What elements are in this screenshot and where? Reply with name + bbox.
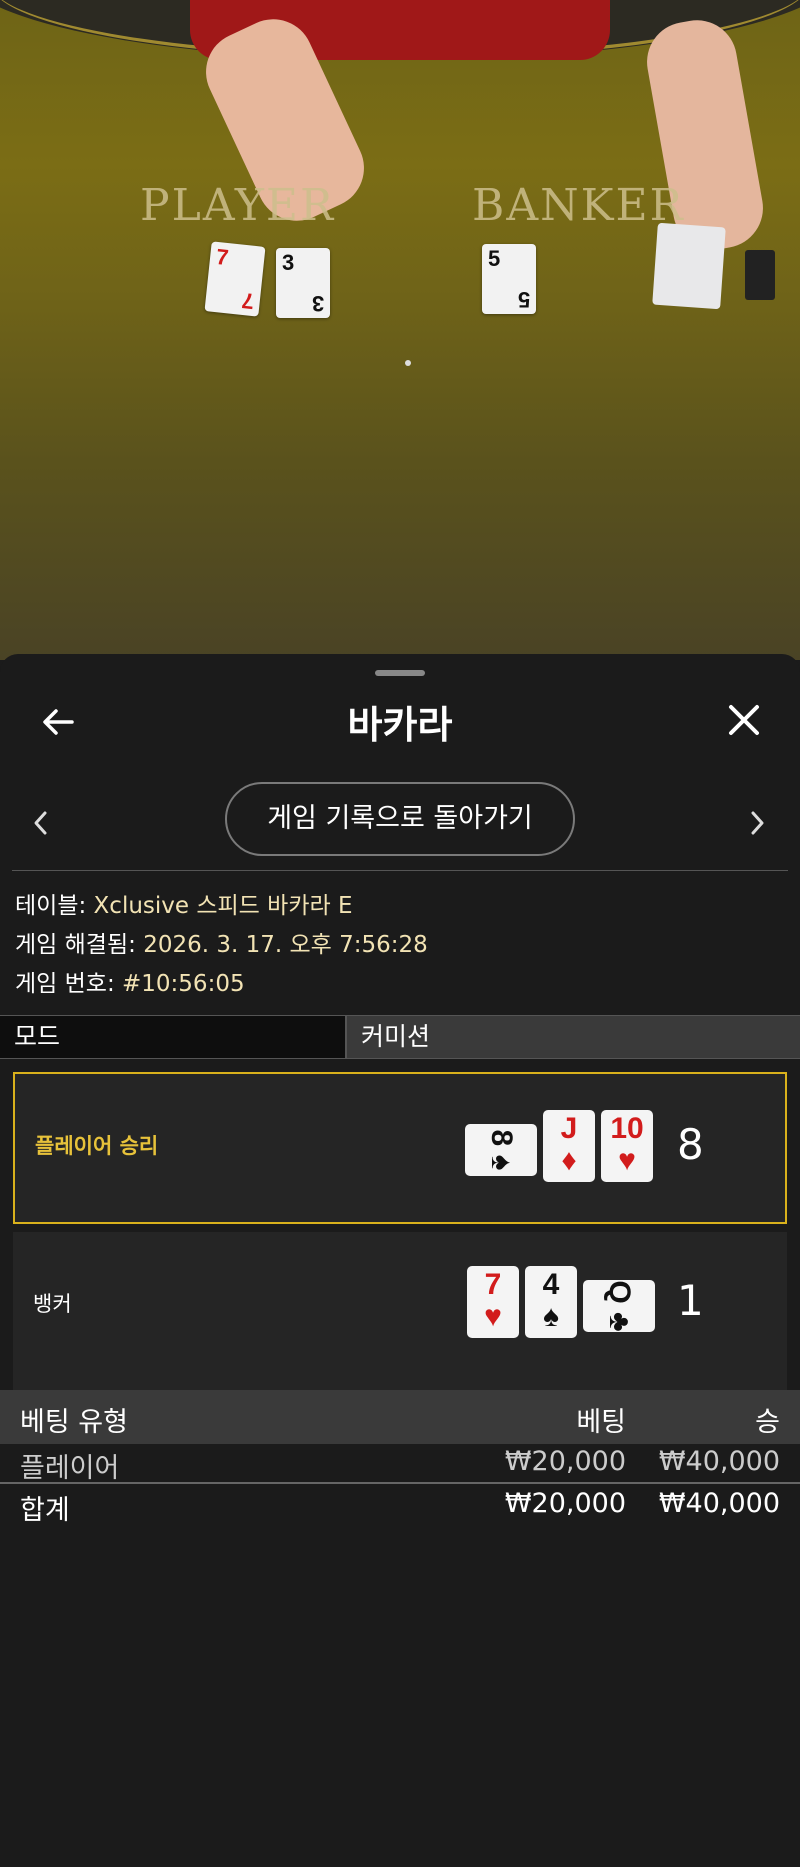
table-info-value: Xclusive 스피드 바카라 E bbox=[93, 893, 353, 919]
total-row: 합계 ₩20,000 ₩40,000 bbox=[0, 1484, 800, 1526]
row-bet-amount: ₩20,000 bbox=[504, 1446, 626, 1477]
video-banker-label: BANKER bbox=[472, 180, 685, 231]
close-icon[interactable] bbox=[724, 700, 764, 740]
game-number-value: #10:56:05 bbox=[122, 971, 245, 997]
tab-mode[interactable]: 모드 bbox=[0, 1016, 345, 1058]
total-bet-amount: ₩20,000 bbox=[504, 1488, 626, 1519]
mode-tabs: 모드 커미션 bbox=[0, 1015, 800, 1059]
player-result-label: 플레이어 승리 bbox=[35, 1134, 159, 1158]
game-detail-sheet: 바카라 게임 기록으로 돌아가기 테이블: Xclusive 스피드 바카라 E… bbox=[0, 654, 800, 1867]
banker-card-2: 4 ♠ bbox=[525, 1266, 577, 1338]
banker-result-row: 뱅커 7 ♥ 4 ♠ Q ♣ 1 bbox=[13, 1232, 787, 1390]
banker-score: 1 bbox=[677, 1276, 704, 1325]
table-marker bbox=[405, 360, 411, 366]
total-win-amount: ₩40,000 bbox=[658, 1488, 780, 1519]
video-player-card-2: 3 3 bbox=[276, 248, 330, 318]
game-number-info: 게임 번호: #10:56:05 bbox=[15, 964, 245, 998]
banker-result-label: 뱅커 bbox=[33, 1292, 72, 1316]
resolved-info: 게임 해결됨: 2026. 3. 17. 오후 7:56:28 bbox=[15, 925, 428, 959]
player-result-row: 플레이어 승리 8 ♠ J ♦ 10 ♥ 8 bbox=[13, 1072, 787, 1224]
bets-table-header: 베팅 유형 베팅 승 bbox=[0, 1390, 800, 1444]
table-info-label: 테이블: bbox=[15, 893, 87, 919]
banker-card-1: 7 ♥ bbox=[467, 1266, 519, 1338]
chevron-right-icon[interactable] bbox=[744, 808, 770, 838]
live-video-feed: PLAYER BANKER 7 7 3 3 5 5 bbox=[0, 0, 800, 660]
resolved-info-label: 게임 해결됨: bbox=[15, 932, 136, 958]
divider bbox=[12, 870, 788, 871]
game-number-label: 게임 번호: bbox=[15, 971, 115, 997]
row-win-amount: ₩40,000 bbox=[658, 1446, 780, 1477]
card-shoe bbox=[652, 222, 726, 310]
table-info: 테이블: Xclusive 스피드 바카라 E bbox=[15, 886, 352, 920]
video-player-card-1: 7 7 bbox=[204, 241, 266, 317]
table-row: 플레이어 ₩20,000 ₩40,000 bbox=[0, 1444, 800, 1484]
card-discard bbox=[745, 250, 775, 300]
video-banker-card-1: 5 5 bbox=[482, 244, 536, 314]
player-card-1: 8 ♠ bbox=[465, 1124, 537, 1176]
back-to-history-button[interactable]: 게임 기록으로 돌아가기 bbox=[225, 782, 575, 856]
video-player-label: PLAYER bbox=[140, 180, 336, 231]
total-label: 합계 bbox=[20, 1495, 70, 1526]
banker-card-3: Q ♣ bbox=[583, 1280, 655, 1332]
tab-commission[interactable]: 커미션 bbox=[345, 1016, 800, 1058]
page-title: 바카라 bbox=[347, 703, 453, 747]
chevron-left-icon[interactable] bbox=[28, 808, 54, 838]
header-bet: 베팅 bbox=[576, 1407, 626, 1438]
player-card-3: 10 ♥ bbox=[601, 1110, 653, 1182]
player-score: 8 bbox=[677, 1120, 704, 1169]
resolved-info-value: 2026. 3. 17. 오후 7:56:28 bbox=[143, 932, 428, 958]
player-card-2: J ♦ bbox=[543, 1110, 595, 1182]
sheet-drag-handle[interactable] bbox=[375, 670, 425, 676]
header-bet-type: 베팅 유형 bbox=[20, 1407, 128, 1438]
header-win: 승 bbox=[755, 1407, 780, 1438]
row-bet-type: 플레이어 bbox=[20, 1453, 120, 1484]
